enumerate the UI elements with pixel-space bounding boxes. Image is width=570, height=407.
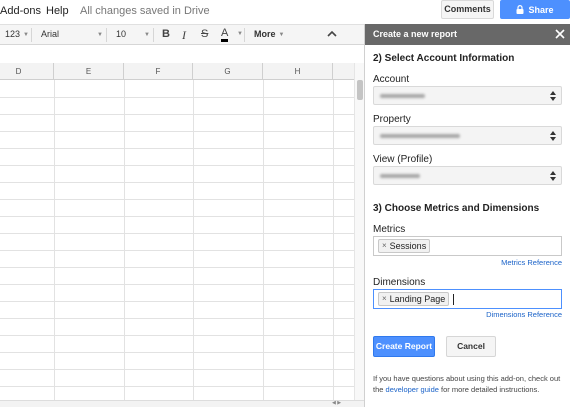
caret-down-icon: ▼ <box>278 32 285 38</box>
close-icon[interactable] <box>554 28 566 40</box>
text-color-button[interactable]: A <box>221 28 229 42</box>
remove-token-icon[interactable]: × <box>382 240 387 252</box>
column-gridline <box>124 80 125 403</box>
cancel-button[interactable]: Cancel <box>446 336 496 357</box>
column-gridline <box>333 80 334 403</box>
menu-bar: Add-ons Help All changes saved in Drive … <box>0 0 570 24</box>
section-title-account: 2) Select Account Information <box>373 53 515 64</box>
toolbar-divider <box>244 28 245 42</box>
dimensions-input[interactable]: × Landing Page <box>373 289 562 309</box>
collapse-toolbar-icon[interactable] <box>327 30 337 38</box>
column-gridline <box>54 80 55 403</box>
metrics-reference-link[interactable]: Metrics Reference <box>501 258 562 267</box>
up-down-arrow-icon <box>550 131 556 141</box>
dimension-token[interactable]: × Landing Page <box>378 292 450 306</box>
property-value-redacted <box>380 134 460 138</box>
toolbar-divider <box>153 28 154 42</box>
vertical-scrollbar[interactable] <box>354 63 364 403</box>
metric-token[interactable]: × Sessions <box>378 239 431 253</box>
help-text: If you have questions about using this a… <box>373 373 565 395</box>
column-header-g[interactable]: G <box>193 63 263 80</box>
toolbar-divider <box>31 28 32 42</box>
account-value-redacted <box>380 94 425 98</box>
menu-addons[interactable]: Add-ons <box>0 5 41 17</box>
account-select[interactable] <box>373 86 562 105</box>
scroll-arrows-icon[interactable]: ◀ ▶ <box>332 400 341 406</box>
help-text-suffix: for more detailed instructions. <box>441 385 540 394</box>
metric-token-label: Sessions <box>389 241 427 251</box>
formatting-toolbar: 123 ▼ Arial ▼ 10 ▼ B I S A ▼ More ▼ <box>0 24 364 45</box>
section-title-metrics: 3) Choose Metrics and Dimensions <box>373 203 540 214</box>
menu-help[interactable]: Help <box>46 5 69 17</box>
number-format-dropdown[interactable]: 123 ▼ <box>5 29 29 39</box>
horizontal-scrollbar[interactable]: ◀ ▶ <box>0 400 364 407</box>
lock-icon <box>516 5 524 14</box>
dimensions-label: Dimensions <box>373 277 426 288</box>
column-header-d[interactable]: D <box>0 63 54 80</box>
scrollbar-thumb[interactable] <box>357 80 363 100</box>
font-family-dropdown[interactable]: Arial ▼ <box>41 29 103 39</box>
property-label: Property <box>373 114 411 125</box>
column-header-e[interactable]: E <box>54 63 124 80</box>
create-report-button[interactable]: Create Report <box>373 336 435 357</box>
property-select[interactable] <box>373 126 562 145</box>
caret-down-icon: ▼ <box>97 32 103 38</box>
caret-down-icon: ▼ <box>23 32 29 38</box>
metrics-label: Metrics <box>373 224 406 235</box>
caret-down-icon: ▼ <box>237 31 243 37</box>
toolbar-divider <box>106 28 107 42</box>
text-cursor <box>453 294 454 305</box>
column-header-h[interactable]: H <box>263 63 333 80</box>
comments-button[interactable]: Comments <box>441 0 494 19</box>
up-down-arrow-icon <box>550 171 556 181</box>
developer-guide-link[interactable]: developer guide <box>386 385 439 394</box>
view-value-redacted <box>380 174 420 178</box>
report-sidebar: Create a new report 2) Select Account In… <box>364 24 570 407</box>
up-down-arrow-icon <box>550 91 556 101</box>
share-label: Share <box>528 4 554 15</box>
spreadsheet-grid[interactable]: D E F G H <box>0 63 354 403</box>
caret-down-icon: ▼ <box>144 32 150 38</box>
panel-header: Create a new report <box>365 24 570 45</box>
panel-title: Create a new report <box>373 29 458 39</box>
italic-button[interactable]: I <box>182 28 186 43</box>
column-header-f[interactable]: F <box>124 63 193 80</box>
more-label: More <box>254 29 276 39</box>
share-button[interactable]: Share <box>500 0 570 19</box>
dimensions-reference-link[interactable]: Dimensions Reference <box>486 310 562 319</box>
more-dropdown[interactable]: More ▼ <box>254 29 284 39</box>
account-label: Account <box>373 74 410 85</box>
view-profile-label: View (Profile) <box>373 154 433 165</box>
column-gridline <box>263 80 264 403</box>
column-gridline <box>193 80 194 403</box>
save-status: All changes saved in Drive <box>80 5 210 17</box>
remove-token-icon[interactable]: × <box>382 293 387 305</box>
view-profile-select[interactable] <box>373 166 562 185</box>
metrics-input[interactable]: × Sessions <box>373 236 562 256</box>
strikethrough-button[interactable]: S <box>201 28 208 40</box>
font-size-label: 10 <box>116 29 127 39</box>
dimension-token-label: Landing Page <box>389 294 446 304</box>
bold-button[interactable]: B <box>162 28 170 40</box>
grid-cells[interactable] <box>0 80 354 403</box>
font-family-label: Arial <box>41 29 60 39</box>
number-format-label: 123 <box>5 29 21 39</box>
font-size-dropdown[interactable]: 10 ▼ <box>116 29 150 39</box>
column-header-row: D E F G H <box>0 63 354 80</box>
